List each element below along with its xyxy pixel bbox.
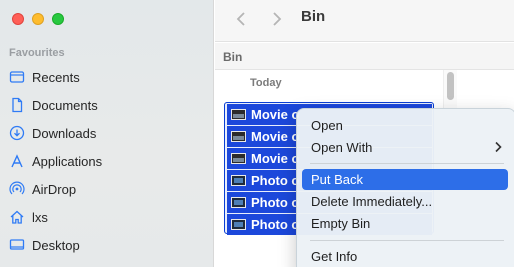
downloads-icon <box>9 125 25 141</box>
sidebar-item-label: AirDrop <box>32 181 77 197</box>
sidebar-item-documents[interactable]: Documents <box>0 92 214 118</box>
menu-item-put-back[interactable]: Put Back <box>302 169 508 190</box>
sidebar-item-label: Applications <box>32 153 103 169</box>
movie-file-icon <box>231 109 246 120</box>
group-header-today: Today <box>250 77 282 89</box>
menu-separator <box>310 163 504 164</box>
sidebar-item-label: lxs <box>32 209 48 225</box>
sidebar-item-label: Downloads <box>32 125 97 141</box>
window-title: Bin <box>301 8 326 25</box>
menu-item-label: Open <box>311 118 343 133</box>
file-name: Photo o <box>251 217 300 232</box>
chevron-right-icon <box>273 12 282 26</box>
forward-button[interactable] <box>267 9 287 29</box>
back-button[interactable] <box>231 9 251 29</box>
desktop-icon <box>9 237 25 253</box>
maximize-window-button[interactable] <box>52 13 64 25</box>
sidebar: Favourites Recents Documents Downloads A… <box>0 0 214 267</box>
chevron-left-icon <box>236 12 245 26</box>
sidebar-item-label: Desktop <box>32 237 80 253</box>
menu-item-get-info[interactable]: Get Info <box>302 246 508 267</box>
path-bar: Bin <box>215 43 514 70</box>
menu-item-label: Empty Bin <box>311 216 371 231</box>
menu-item-label: Put Back <box>311 172 364 187</box>
sidebar-item-recents[interactable]: Recents <box>0 64 214 90</box>
photo-file-icon <box>231 197 246 208</box>
document-icon <box>9 97 25 113</box>
photo-file-icon <box>231 175 246 186</box>
home-icon <box>9 209 25 225</box>
file-name: Movie o <box>251 107 300 122</box>
file-name: Photo o <box>251 173 300 188</box>
menu-item-delete-immediately[interactable]: Delete Immediately... <box>302 191 508 212</box>
sidebar-item-lxs[interactable]: lxs <box>0 204 214 230</box>
menu-item-open-with[interactable]: Open With <box>302 137 508 158</box>
chevron-right-icon <box>495 141 502 153</box>
close-window-button[interactable] <box>12 13 24 25</box>
toolbar: Bin <box>215 0 514 42</box>
recents-icon <box>9 69 25 85</box>
sidebar-item-downloads[interactable]: Downloads <box>0 120 214 146</box>
sidebar-item-applications[interactable]: Applications <box>0 148 214 174</box>
menu-item-label: Delete Immediately... <box>311 194 433 209</box>
menu-separator <box>310 240 504 241</box>
applications-icon <box>9 153 25 169</box>
sidebar-item-label: Recents <box>32 69 80 85</box>
scrollbar-thumb[interactable] <box>447 72 454 100</box>
sidebar-item-label: Documents <box>32 97 98 113</box>
menu-item-label: Open With <box>311 140 373 155</box>
window-controls <box>12 13 64 25</box>
sidebar-item-airdrop[interactable]: AirDrop <box>0 176 214 202</box>
airdrop-icon <box>9 181 25 197</box>
minimize-window-button[interactable] <box>32 13 44 25</box>
sidebar-item-desktop[interactable]: Desktop <box>0 232 214 258</box>
file-name: Movie o <box>251 151 300 166</box>
context-menu: Open Open With Put Back Delete Immediate… <box>296 108 514 267</box>
movie-file-icon <box>231 153 246 164</box>
menu-item-label: Get Info <box>311 249 358 264</box>
menu-item-empty-bin[interactable]: Empty Bin <box>302 213 508 234</box>
path-label: Bin <box>223 50 243 64</box>
photo-file-icon <box>231 219 246 230</box>
movie-file-icon <box>231 131 246 142</box>
file-name: Movie o <box>251 129 300 144</box>
sidebar-heading-favourites: Favourites <box>9 47 65 59</box>
file-name: Photo o <box>251 195 300 210</box>
menu-item-open[interactable]: Open <box>302 115 508 136</box>
